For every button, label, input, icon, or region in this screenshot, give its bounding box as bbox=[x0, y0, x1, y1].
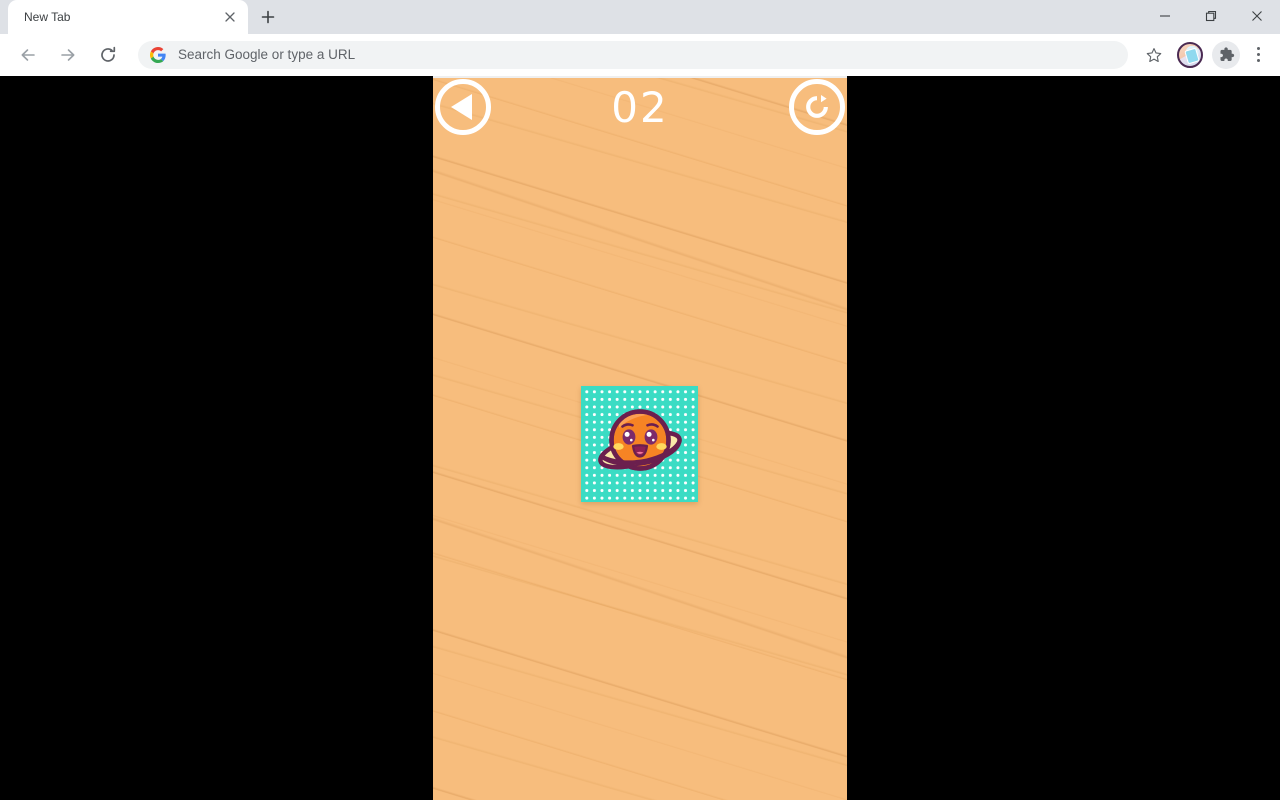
browser-menu-button[interactable] bbox=[1244, 39, 1272, 71]
browser-toolbar: Search Google or type a URL bbox=[0, 34, 1280, 76]
reload-button[interactable] bbox=[92, 39, 124, 71]
close-icon bbox=[1252, 11, 1262, 21]
address-bar-placeholder: Search Google or type a URL bbox=[178, 47, 356, 62]
maximize-button[interactable] bbox=[1188, 0, 1234, 32]
three-dot-menu-icon bbox=[1256, 47, 1260, 50]
restart-refresh-icon bbox=[806, 95, 828, 118]
new-tab-button[interactable] bbox=[254, 3, 282, 31]
stage-top-divider bbox=[433, 76, 847, 78]
bookmark-button[interactable] bbox=[1138, 39, 1170, 71]
avatar-icon bbox=[1177, 41, 1203, 68]
puzzle-piece-icon bbox=[1212, 40, 1240, 69]
minimize-icon bbox=[1160, 15, 1170, 17]
memory-card[interactable] bbox=[581, 386, 698, 502]
maximize-icon bbox=[1205, 10, 1217, 22]
tab-close-icon[interactable] bbox=[220, 7, 240, 27]
browser-window: New Tab Search Google or type a URL 02 bbox=[0, 0, 1280, 800]
page-viewport: 02 bbox=[0, 76, 1280, 800]
reload-icon bbox=[101, 46, 116, 62]
extensions-button[interactable] bbox=[1210, 39, 1242, 71]
game-stage: 02 bbox=[433, 76, 847, 800]
toolbar-actions bbox=[1136, 39, 1272, 71]
minimize-button[interactable] bbox=[1142, 0, 1188, 32]
forward-button[interactable] bbox=[52, 39, 84, 71]
tab-title: New Tab bbox=[24, 10, 71, 24]
tab-strip: New Tab bbox=[0, 0, 1280, 34]
game-restart-button[interactable] bbox=[789, 79, 845, 135]
close-window-button[interactable] bbox=[1234, 0, 1280, 32]
move-counter: 02 bbox=[611, 82, 669, 132]
saturn-planet-icon bbox=[597, 409, 682, 471]
profile-button[interactable] bbox=[1174, 39, 1206, 71]
back-button[interactable] bbox=[12, 39, 44, 71]
window-controls bbox=[1142, 0, 1280, 32]
address-bar[interactable]: Search Google or type a URL bbox=[138, 40, 1128, 69]
star-icon bbox=[1146, 47, 1162, 62]
back-arrow-icon bbox=[21, 48, 35, 61]
google-g-icon bbox=[150, 46, 166, 63]
forward-arrow-icon bbox=[61, 48, 75, 61]
plus-icon bbox=[261, 10, 275, 24]
tab-new-tab[interactable]: New Tab bbox=[8, 0, 248, 34]
game-hud: 02 bbox=[433, 76, 847, 138]
